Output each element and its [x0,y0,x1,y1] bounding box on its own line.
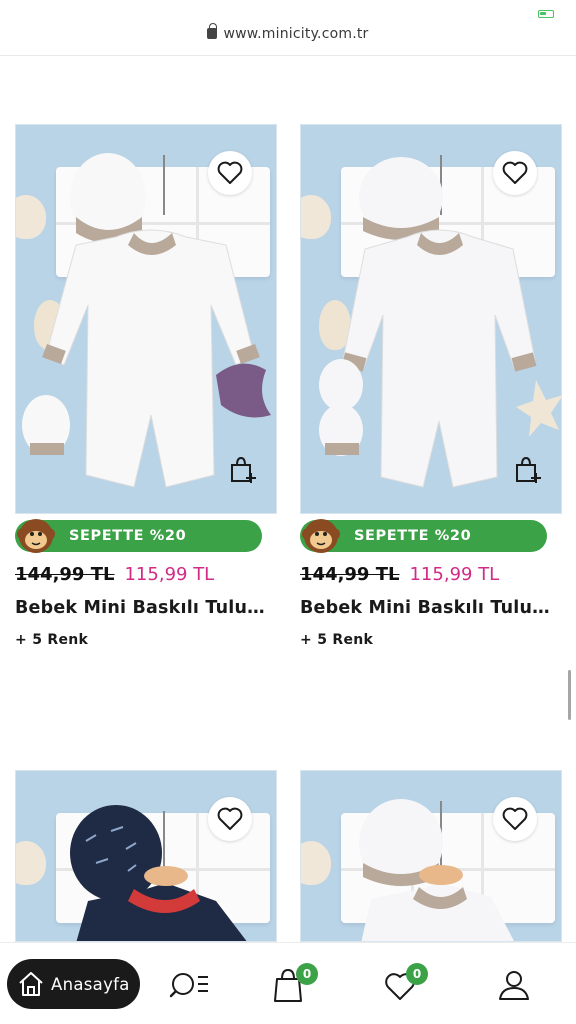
favorites-count-badge: 0 [406,963,428,985]
romper-illustration [70,805,247,941]
url-text: www.minicity.com.tr [223,26,369,42]
account-button[interactable] [494,965,538,1005]
bottom-navigation: Anasayfa 0 0 [0,942,576,1024]
product-image[interactable] [15,770,277,942]
monkey-mascot-icon [302,519,340,553]
discount-badge: SEPETTE %20 İNDİRİM [15,519,262,576]
lock-icon [207,23,218,39]
heart-icon [217,161,243,184]
url-display[interactable]: www.minicity.com.tr [0,23,576,42]
cart-count-badge: 0 [296,963,318,985]
favorite-button[interactable] [493,797,537,841]
old-price: 144,99 TL [15,564,115,585]
product-image[interactable] [15,124,277,514]
home-button[interactable]: Anasayfa [7,959,140,1009]
search-categories-button[interactable] [168,965,212,1005]
product-title[interactable]: Bebek Mini Baskılı Tulum ... [300,598,562,618]
heart-icon [502,161,528,184]
browser-address-bar[interactable]: www.minicity.com.tr [0,0,576,56]
search-menu-icon [169,973,208,998]
scrollbar[interactable] [568,670,571,720]
favorite-button[interactable] [208,151,252,195]
color-count[interactable]: + 5 Renk [300,632,373,648]
product-title[interactable]: Bebek Mini Baskılı Tulum ... [15,598,277,618]
battery-icon [538,10,554,18]
add-to-cart-icon[interactable] [513,455,543,485]
heart-icon [217,807,243,830]
cart-button[interactable]: 0 [272,963,318,1005]
favorite-button[interactable] [493,151,537,195]
sale-price: 115,99 TL [409,564,500,585]
favorite-button[interactable] [208,797,252,841]
old-price: 144,99 TL [300,564,400,585]
color-count[interactable]: + 5 Renk [15,632,88,648]
product-image[interactable] [300,124,562,514]
home-label: Anasayfa [51,974,130,994]
product-image[interactable] [300,770,562,942]
home-icon [19,972,43,996]
favorites-button[interactable]: 0 [384,963,428,1005]
discount-badge: SEPETTE %20 İNDİRİM [300,519,547,576]
user-icon [499,971,529,1000]
romper-illustration [359,799,514,941]
price-row: 144,99 TL 115,99 TL [15,564,214,585]
add-to-cart-icon[interactable] [228,455,258,485]
price-row: 144,99 TL 115,99 TL [300,564,499,585]
sale-price: 115,99 TL [124,564,215,585]
heart-icon [502,807,528,830]
monkey-mascot-icon [17,519,55,553]
